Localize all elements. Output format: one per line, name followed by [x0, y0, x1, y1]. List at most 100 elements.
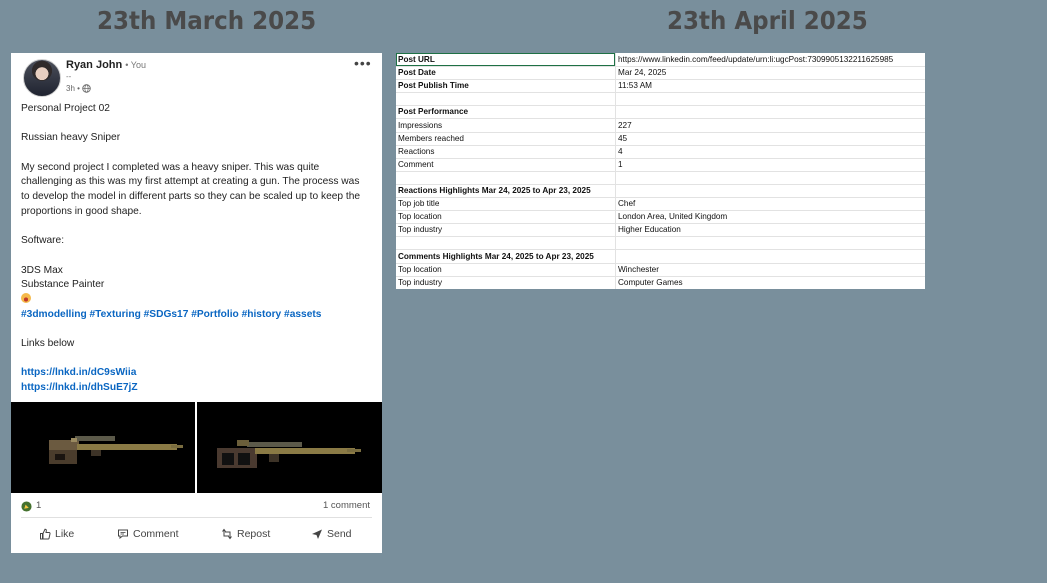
comment-label: Comment — [133, 528, 179, 540]
send-icon — [312, 529, 322, 539]
sheet-cell-value[interactable] — [618, 171, 925, 184]
avatar[interactable] — [23, 59, 61, 97]
sheet-row: Impressions 227 — [396, 119, 925, 133]
heading-april: 23th April 2025 — [667, 6, 868, 35]
sheet-cell-value[interactable]: Computer Games — [618, 276, 925, 289]
sheet-cell-value[interactable] — [618, 105, 925, 118]
repost-button[interactable]: Repost — [221, 528, 270, 540]
sniper-image-2[interactable] — [197, 402, 382, 493]
post-time: 3h • — [66, 84, 91, 93]
post-stats: 1 1 comment — [11, 497, 382, 515]
sheet-cell-value[interactable]: 11:53 AM — [618, 79, 925, 92]
celebrate-reaction-icon[interactable] — [21, 501, 32, 512]
sheet-cell-value[interactable]: Mar 24, 2025 — [618, 66, 925, 79]
more-options-icon[interactable]: ••• — [354, 55, 372, 71]
sheet-cell-value[interactable]: 45 — [618, 132, 925, 145]
send-button[interactable]: Send — [311, 528, 352, 540]
selected-cell[interactable] — [396, 53, 615, 66]
sheet-cell-label[interactable]: Comments Highlights Mar 24, 2025 to Apr … — [398, 250, 614, 263]
sheet-cell-value[interactable]: 1 — [618, 158, 925, 171]
sniper-image-1[interactable] — [11, 402, 195, 493]
sheet-row: Comments Highlights Mar 24, 2025 to Apr … — [396, 250, 925, 264]
thumbs-up-icon — [40, 528, 51, 540]
sheet-cell-value[interactable] — [618, 92, 925, 105]
sheet-cell-label[interactable]: Top location — [398, 210, 614, 223]
hashtags[interactable]: #3dmodelling #Texturing #SDGs17 #Portfol… — [21, 308, 376, 323]
repost-label: Repost — [237, 528, 271, 540]
sheet-cell-value[interactable]: 4 — [618, 145, 925, 158]
post-text-line: 3DS Max — [21, 264, 63, 276]
post-link-1[interactable]: https://lnkd.in/dC9sWiia — [21, 367, 136, 378]
sheet-cell-label[interactable]: Members reached — [398, 132, 614, 145]
sheet-cell-label[interactable]: Post Date — [398, 66, 614, 79]
post-text-line: proportions in good shape. — [21, 205, 142, 217]
sheet-cell-label[interactable]: Top job title — [398, 197, 614, 210]
sheet-cell-value[interactable]: Chef — [618, 197, 925, 210]
post-text-line: to develop the model in different parts … — [21, 191, 361, 203]
sheet-row: Reactions 4 — [396, 145, 925, 159]
smile-emoji-icon — [21, 292, 31, 303]
sheet-cell-label[interactable]: Top location — [398, 263, 614, 276]
sheet-cell-value[interactable]: London Area, United Kingdom — [618, 210, 925, 223]
comments-count[interactable]: 1 comment — [323, 500, 370, 511]
sheet-row — [396, 171, 925, 185]
emoji-line — [21, 292, 376, 308]
sheet-cell-label[interactable]: Top industry — [398, 223, 614, 236]
linkedin-post-card: Ryan John • You -- 3h • ••• Personal Pro… — [11, 53, 382, 553]
divider — [21, 517, 372, 518]
sheet-row: Comment 1 — [396, 158, 925, 172]
sheet-cell-label[interactable]: Reactions — [398, 145, 614, 158]
sheet-row: Post Date Mar 24, 2025 — [396, 66, 925, 81]
sheet-row: Top location London Area, United Kingdom — [396, 210, 925, 225]
analytics-sheet: Post URL https://www.linkedin.com/feed/up… — [396, 53, 925, 289]
sheet-row: Top location Winchester — [396, 263, 925, 277]
sheet-cell-value[interactable]: Higher Education — [618, 223, 925, 236]
repost-icon — [222, 528, 232, 540]
author-line[interactable]: Ryan John • You — [66, 59, 146, 71]
like-label: Like — [55, 528, 75, 540]
post-actions: Like Comment Repost Send — [11, 523, 382, 549]
sheet-row: Post Publish Time 11:53 AM — [396, 79, 925, 94]
comment-button[interactable]: Comment — [117, 528, 179, 540]
post-text-lines: Personal Project 02 Russian heavy Sniper M… — [21, 102, 376, 293]
sheet-row: Top industry Computer Games — [396, 276, 925, 289]
sheet-cell-value[interactable]: 227 — [618, 119, 925, 132]
sheet-cell-value[interactable]: Winchester — [618, 263, 925, 276]
sheet-cell-label[interactable]: Impressions — [398, 119, 614, 132]
like-button[interactable]: Like — [39, 528, 74, 540]
sheet-cell-value[interactable] — [618, 250, 925, 263]
sheet-cell-value[interactable] — [618, 236, 925, 249]
sheet-cell-label[interactable]: Post Publish Time — [398, 79, 614, 92]
post-images — [11, 402, 382, 493]
reactions-count[interactable]: 1 — [36, 500, 41, 511]
post-link-2[interactable]: https://lnkd.in/dhSuE7jZ — [21, 382, 138, 393]
post-text-line: Russian heavy Sniper — [21, 132, 121, 144]
sheet-cell-label[interactable]: Post Performance — [398, 105, 614, 118]
post-body: Personal Project 02 Russian heavy Sniper M… — [21, 102, 376, 396]
sheet-cell-label[interactable]: Comment — [398, 158, 614, 171]
sheet-row — [396, 236, 925, 251]
sheet-row — [396, 92, 925, 107]
sheet-cell-label[interactable]: Top industry — [398, 276, 614, 289]
post-text-line: Substance Painter — [21, 279, 105, 291]
send-label: Send — [327, 528, 352, 540]
comment-icon — [118, 529, 128, 540]
globe-icon — [82, 84, 91, 93]
sheet-cell-label[interactable] — [398, 92, 614, 105]
post-text-line: Personal Project 02 — [21, 103, 110, 114]
sheet-cell-label[interactable] — [398, 171, 614, 184]
sheet-cell-value[interactable]: https://www.linkedin.com/feed/update/urn… — [618, 53, 925, 66]
author-subtitle: -- — [66, 72, 72, 81]
sheet-cell-label[interactable] — [398, 236, 614, 249]
sheet-row: Reactions Highlights Mar 24, 2025 to Apr… — [396, 184, 925, 198]
post-header: Ryan John • You -- 3h • ••• — [11, 53, 382, 99]
sniper-rifle-icon — [217, 440, 361, 468]
sheet-cell-label[interactable]: Reactions Highlights Mar 24, 2025 to Apr… — [398, 184, 614, 197]
sheet-cell-value[interactable] — [618, 184, 925, 197]
author-name[interactable]: Ryan John — [66, 59, 122, 71]
post-text-line: My second project I completed was a heav… — [21, 161, 320, 173]
